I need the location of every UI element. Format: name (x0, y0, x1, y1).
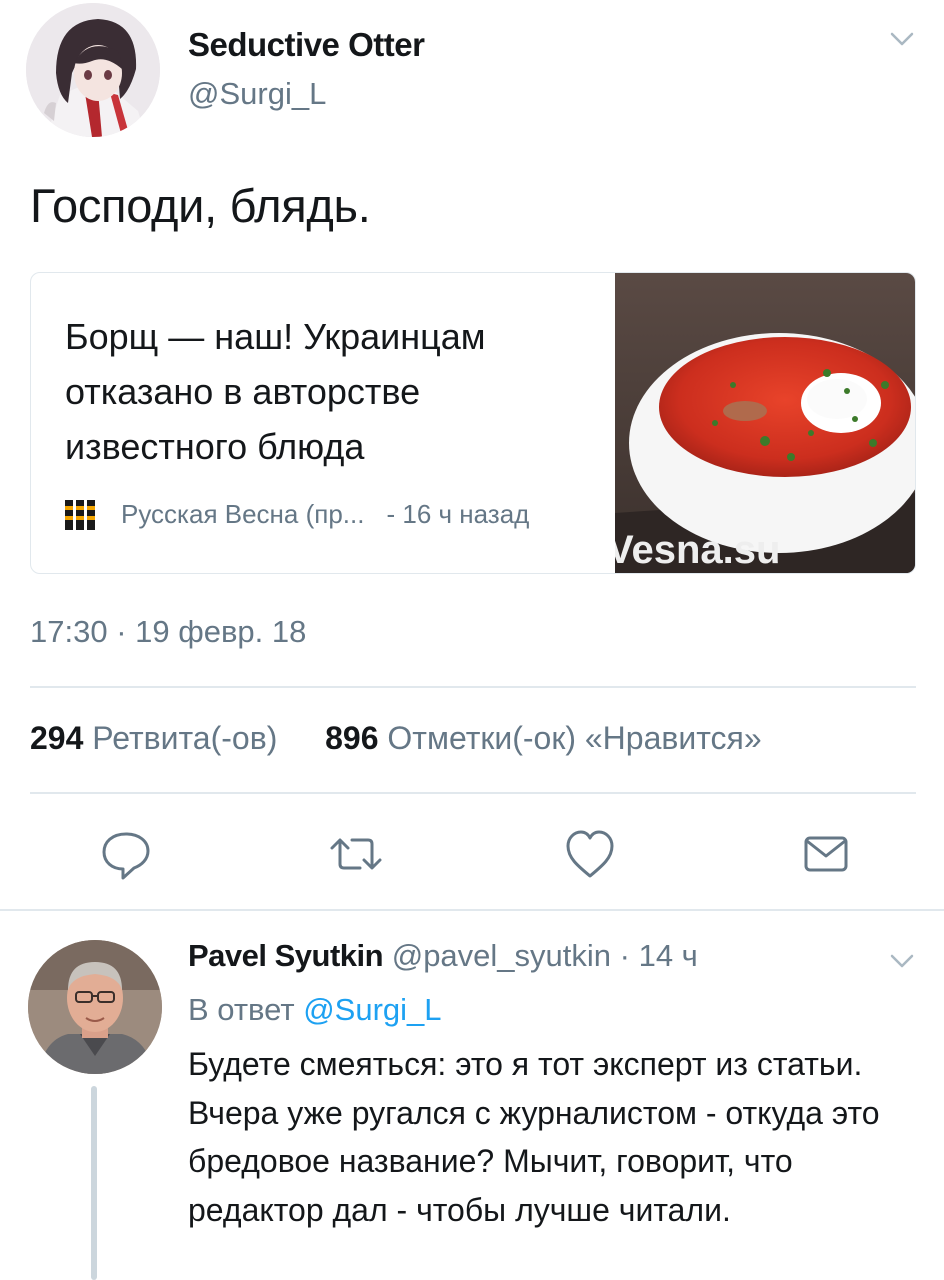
tweet-text: Господи, блядь. (30, 179, 371, 232)
reply-time[interactable]: · 14 ч (620, 938, 698, 973)
borscht-bowl-image: Vesna.su (607, 273, 915, 573)
reply-to-line: В ответ @Surgi_L (188, 992, 442, 1028)
card-source-time: - 16 ч назад (386, 499, 530, 529)
reply-avatar[interactable] (28, 940, 162, 1074)
message-icon[interactable] (796, 824, 856, 884)
display-name[interactable]: Seductive Otter (188, 26, 425, 64)
avatar[interactable] (26, 3, 160, 137)
reply-to-mention[interactable]: @Surgi_L (303, 992, 441, 1027)
card-title: Борщ — наш! Украинцам отказано в авторст… (65, 316, 486, 467)
like-icon[interactable] (560, 824, 620, 884)
divider (30, 686, 916, 688)
tweet-timestamp[interactable]: 17:30 · 19 февр. 18 (30, 614, 306, 650)
reply-to-prefix: В ответ (188, 992, 295, 1027)
chevron-down-icon[interactable] (886, 950, 918, 972)
chevron-down-icon[interactable] (886, 28, 918, 50)
thread-line (91, 1086, 97, 1280)
tweet-stats: 294 Ретвита(-ов) 896 Отметки(-ок) «Нрави… (30, 720, 762, 757)
divider (30, 792, 916, 794)
card-source: Русская Весна (пр... - 16 ч назад (65, 499, 529, 530)
card-image: Vesna.su (607, 273, 915, 573)
username-handle[interactable]: @Surgi_L (188, 76, 326, 112)
russkaya-vesna-logo-icon (65, 499, 95, 530)
reply-handle[interactable]: @pavel_syutkin (392, 938, 611, 973)
card-image-watermark: Vesna.su (615, 528, 780, 572)
link-card[interactable]: Борщ — наш! Украинцам отказано в авторст… (30, 272, 916, 574)
likes-label[interactable]: Отметки(-ок) «Нравится» (387, 720, 761, 756)
tweet-separator (0, 909, 944, 911)
reply-text: Будете смеяться: это я тот эксперт из ст… (188, 1046, 880, 1228)
man-avatar-image (28, 940, 162, 1074)
retweets-count[interactable]: 294 (30, 720, 83, 756)
action-bar (0, 824, 944, 884)
retweet-icon[interactable] (326, 824, 386, 884)
retweets-label[interactable]: Ретвита(-ов) (92, 720, 277, 756)
card-source-name: Русская Весна (пр... (121, 499, 365, 529)
reply-display-name[interactable]: Pavel Syutkin (188, 938, 384, 973)
anime-avatar-image (26, 3, 160, 137)
reply-meta: Pavel Syutkin @pavel_syutkin · 14 ч (188, 938, 698, 974)
tweet-header: Seductive Otter @Surgi_L (0, 0, 944, 150)
likes-count[interactable]: 896 (325, 720, 378, 756)
reply-icon[interactable] (96, 824, 156, 884)
